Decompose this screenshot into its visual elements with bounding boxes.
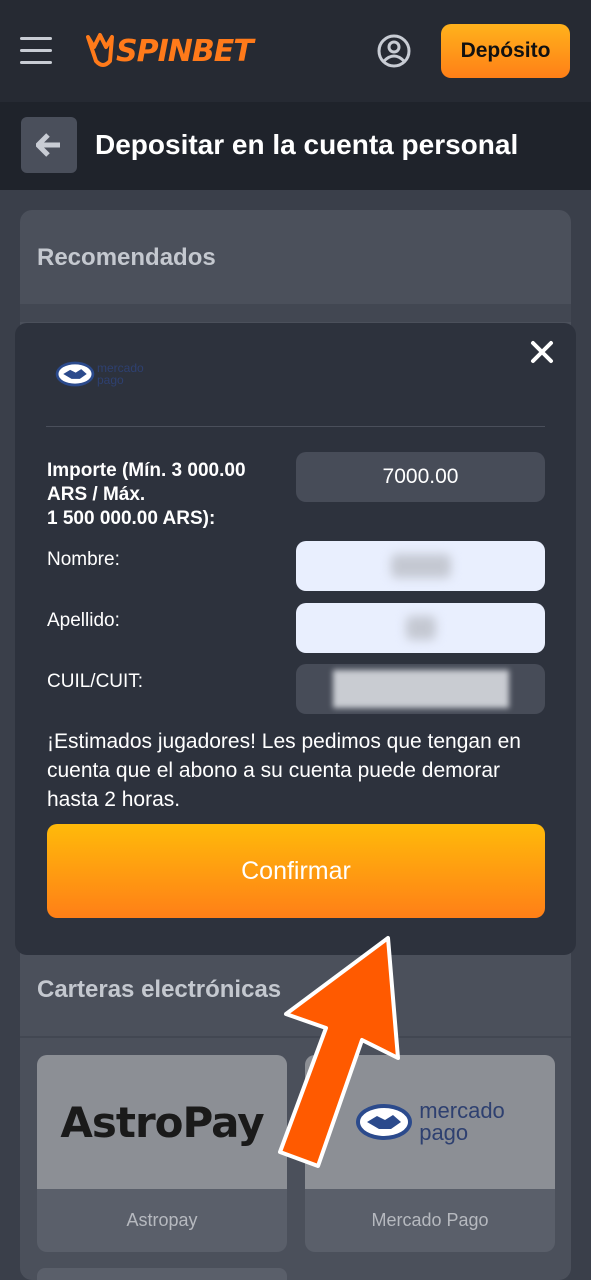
page-title-bar: Depositar en la cuenta personal bbox=[0, 102, 591, 190]
wallet-label: Mercado Pago bbox=[371, 1210, 489, 1230]
notice-text: ¡Estimados jugadores! Les pedimos que te… bbox=[47, 730, 521, 811]
redacted-value bbox=[332, 670, 509, 708]
wallet-label: Astropay bbox=[126, 1210, 198, 1230]
surname-input[interactable] bbox=[296, 603, 545, 653]
redacted-value bbox=[405, 616, 436, 640]
handshake-icon bbox=[55, 361, 95, 387]
cuil-label: CUIL/CUIT: bbox=[47, 671, 144, 692]
logo-text: SPINBET bbox=[116, 33, 254, 69]
deposit-button[interactable]: Depósito bbox=[441, 24, 570, 78]
cuil-input[interactable] bbox=[296, 664, 545, 714]
arrow-left-icon bbox=[36, 133, 60, 157]
confirm-button[interactable]: Confirmar bbox=[47, 824, 545, 918]
amount-input[interactable]: 7000.00 bbox=[296, 452, 545, 502]
close-icon[interactable] bbox=[528, 338, 556, 366]
redacted-value bbox=[390, 554, 451, 578]
page-title: Depositar en la cuenta personal bbox=[95, 129, 519, 160]
spinbet-logo[interactable]: SPINBET bbox=[84, 28, 254, 74]
user-account-icon[interactable] bbox=[377, 34, 411, 68]
amount-label: Importe (Mín. 3 000.00 ARS / Máx. 1 500 … bbox=[47, 460, 246, 529]
mercado-pago-logo: mercado pago bbox=[55, 360, 144, 388]
surname-label: Apellido: bbox=[47, 610, 120, 631]
recommended-heading: Recomendados bbox=[37, 244, 216, 271]
name-input[interactable] bbox=[296, 541, 545, 591]
divider bbox=[20, 304, 571, 322]
pointer-arrow-icon bbox=[278, 936, 400, 1168]
wallet-card-partial[interactable] bbox=[37, 1268, 287, 1280]
divider bbox=[46, 426, 545, 427]
back-button[interactable] bbox=[21, 117, 77, 173]
menu-icon[interactable] bbox=[20, 37, 52, 65]
name-label: Nombre: bbox=[47, 549, 120, 570]
